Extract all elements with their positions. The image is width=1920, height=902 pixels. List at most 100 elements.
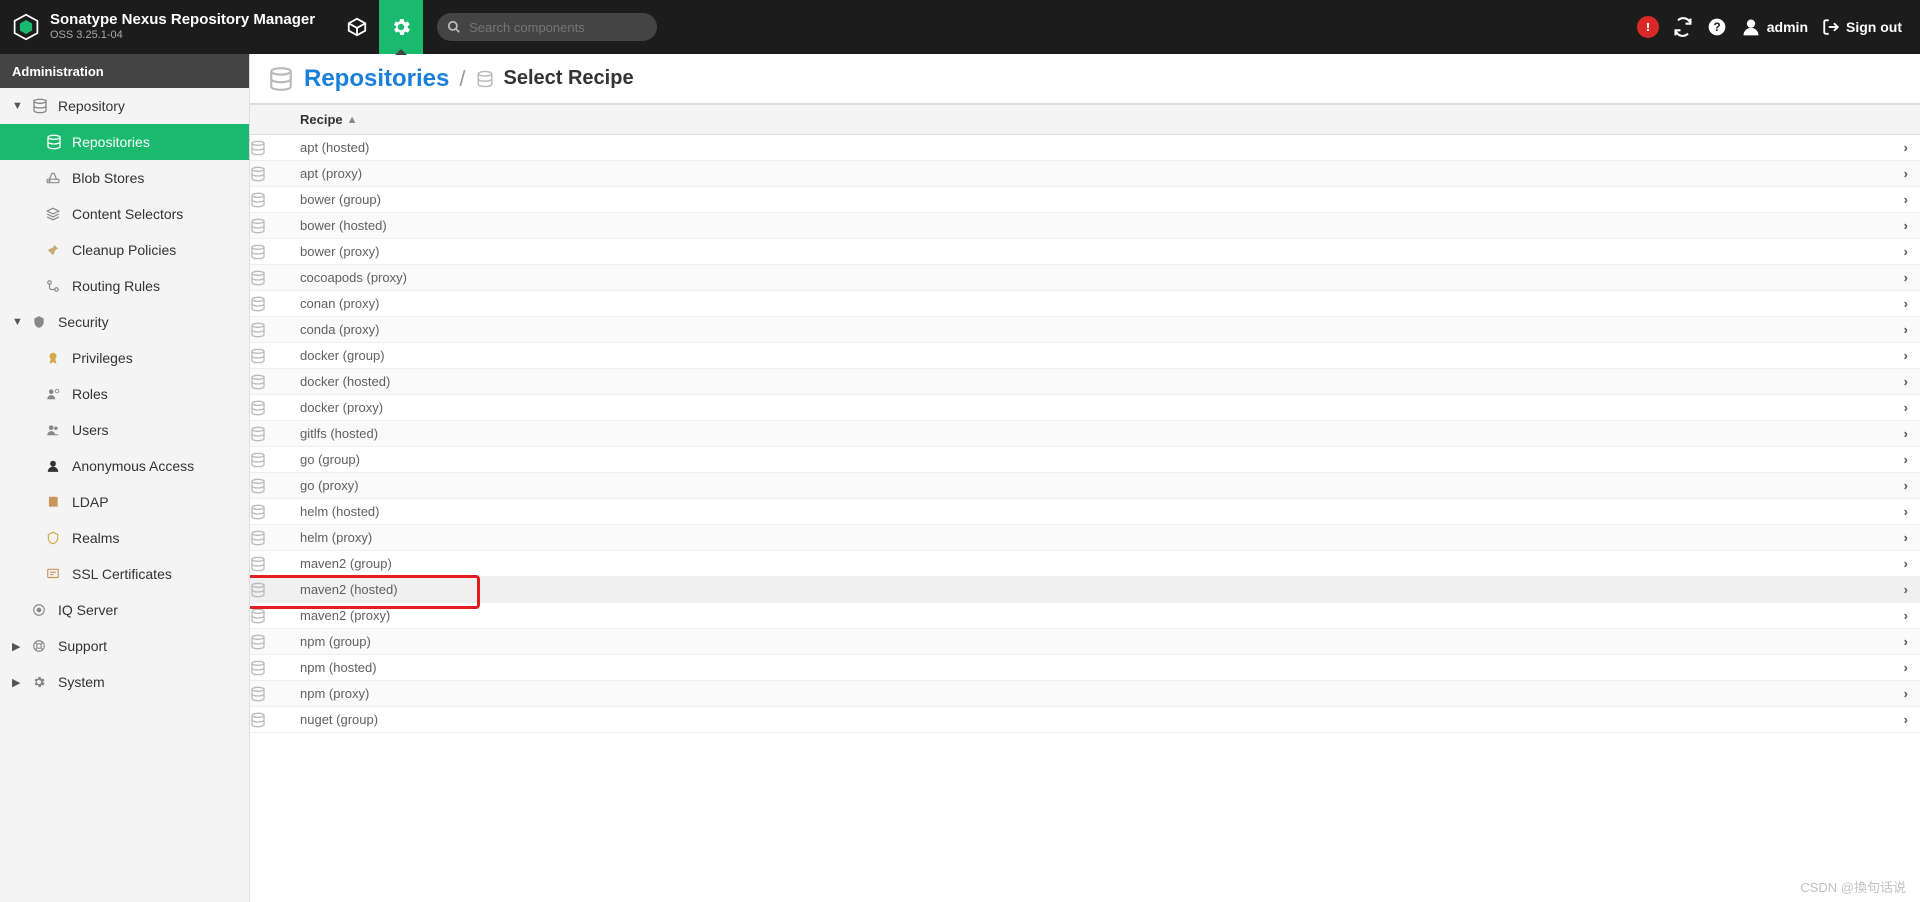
chevron-right-icon: ›: [1904, 452, 1908, 467]
recipe-row[interactable]: docker (hosted)›: [250, 369, 1920, 395]
alert-badge[interactable]: [1637, 16, 1659, 38]
recipe-row[interactable]: go (proxy)›: [250, 473, 1920, 499]
search-input[interactable]: [437, 13, 657, 41]
sidebar-item-label: Users: [72, 422, 109, 438]
sidebar-item-system[interactable]: ▶System: [0, 664, 249, 700]
sidebar-item-cleanup-policies[interactable]: Cleanup Policies: [0, 232, 249, 268]
database-icon: [250, 400, 290, 416]
recipe-name: apt (hosted): [290, 140, 1904, 155]
sidebar-item-label: Roles: [72, 386, 108, 402]
nav-browse-button[interactable]: [335, 0, 379, 54]
recipe-name: conda (proxy): [290, 322, 1904, 337]
recipe-row[interactable]: apt (proxy)›: [250, 161, 1920, 187]
recipe-row[interactable]: bower (hosted)›: [250, 213, 1920, 239]
recipe-row[interactable]: docker (group)›: [250, 343, 1920, 369]
search-icon: [447, 20, 461, 34]
recipe-row[interactable]: conda (proxy)›: [250, 317, 1920, 343]
recipe-name: gitlfs (hosted): [290, 426, 1904, 441]
database-icon: [268, 66, 294, 92]
chevron-right-icon: ›: [1904, 166, 1908, 181]
sidebar-item-anonymous-access[interactable]: Anonymous Access: [0, 448, 249, 484]
recipe-name: docker (hosted): [290, 374, 1904, 389]
recipe-row[interactable]: docker (proxy)›: [250, 395, 1920, 421]
sidebar-tree: ▼RepositoryRepositoriesBlob Stores Conten…: [0, 88, 249, 902]
chevron-right-icon: ›: [1904, 530, 1908, 545]
database-icon: [250, 296, 290, 312]
recipe-row[interactable]: conan (proxy)›: [250, 291, 1920, 317]
recipe-row[interactable]: gitlfs (hosted)›: [250, 421, 1920, 447]
chevron-right-icon: ›: [1904, 348, 1908, 363]
sidebar-item-label: Content Selectors: [72, 206, 183, 222]
sidebar-item-iq-server[interactable]: IQ Server: [0, 592, 249, 628]
recipe-row[interactable]: apt (hosted)›: [250, 135, 1920, 161]
nav-admin-button[interactable]: [379, 0, 423, 54]
recipe-row[interactable]: helm (proxy)›: [250, 525, 1920, 551]
brand-subtitle: OSS 3.25.1-04: [50, 29, 315, 42]
sidebar-item-label: Support: [58, 638, 107, 654]
database-icon: [250, 270, 290, 286]
content-pane: Repositories / Select Recipe Recipe ▲ ap…: [250, 54, 1920, 902]
database-icon: [250, 348, 290, 364]
layers-icon: [46, 207, 64, 221]
recipe-row[interactable]: npm (hosted)›: [250, 655, 1920, 681]
database-icon: [250, 322, 290, 338]
grid-header-recipe[interactable]: Recipe ▲: [290, 112, 368, 127]
user-menu[interactable]: admin: [1741, 17, 1808, 37]
database-icon: [250, 530, 290, 546]
database-icon: [250, 452, 290, 468]
brand-title: Sonatype Nexus Repository Manager: [50, 11, 315, 29]
route-icon: [46, 279, 64, 293]
sidebar-item-repository[interactable]: ▼Repository: [0, 88, 249, 124]
recipe-row[interactable]: npm (proxy)›: [250, 681, 1920, 707]
sidebar-item-label: Anonymous Access: [72, 458, 194, 474]
sidebar-item-repositories[interactable]: Repositories: [0, 124, 249, 160]
recipe-row[interactable]: maven2 (group)›: [250, 551, 1920, 577]
sidebar-item-label: Realms: [72, 530, 119, 546]
caret-icon: ▼: [12, 100, 24, 112]
chevron-right-icon: ›: [1904, 322, 1908, 337]
sidebar-item-users[interactable]: Users: [0, 412, 249, 448]
recipe-row[interactable]: nuget (group)›: [250, 707, 1920, 733]
sidebar-item-ssl-certificates[interactable]: SSL Certificates: [0, 556, 249, 592]
recipe-name: cocoapods (proxy): [290, 270, 1904, 285]
recipe-name: helm (hosted): [290, 504, 1904, 519]
sidebar-item-security[interactable]: ▼Security: [0, 304, 249, 340]
recipe-row[interactable]: cocoapods (proxy)›: [250, 265, 1920, 291]
chevron-right-icon: ›: [1904, 712, 1908, 727]
recipe-row[interactable]: bower (proxy)›: [250, 239, 1920, 265]
svg-text:?: ?: [1713, 21, 1720, 34]
sidebar-item-routing-rules[interactable]: Routing Rules: [0, 268, 249, 304]
refresh-icon[interactable]: [1673, 17, 1693, 37]
recipe-row[interactable]: npm (group)›: [250, 629, 1920, 655]
sidebar-item-label: IQ Server: [58, 602, 118, 618]
recipe-row[interactable]: maven2 (hosted)›: [250, 577, 1920, 603]
chevron-right-icon: ›: [1904, 374, 1908, 389]
recipe-row[interactable]: go (group)›: [250, 447, 1920, 473]
sidebar-item-support[interactable]: ▶Support: [0, 628, 249, 664]
help-icon[interactable]: ?: [1707, 17, 1727, 37]
sidebar-item-label: LDAP: [72, 494, 109, 510]
sidebar-item-ldap[interactable]: LDAP: [0, 484, 249, 520]
recipe-row[interactable]: maven2 (proxy)›: [250, 603, 1920, 629]
recipe-name: helm (proxy): [290, 530, 1904, 545]
breadcrumb-current: Select Recipe: [504, 67, 634, 90]
signout-button[interactable]: Sign out: [1822, 18, 1902, 36]
sidebar-item-content-selectors[interactable]: Content Selectors: [0, 196, 249, 232]
recipe-row[interactable]: bower (group)›: [250, 187, 1920, 213]
database-icon: [250, 140, 290, 156]
recipe-row[interactable]: helm (hosted)›: [250, 499, 1920, 525]
chevron-right-icon: ›: [1904, 582, 1908, 597]
recipe-name: conan (proxy): [290, 296, 1904, 311]
recipe-name: npm (proxy): [290, 686, 1904, 701]
sidebar-item-realms[interactable]: Realms: [0, 520, 249, 556]
topbar: Sonatype Nexus Repository Manager OSS 3.…: [0, 0, 1920, 54]
recipe-name: maven2 (group): [290, 556, 1904, 571]
sidebar-item-privileges[interactable]: Privileges: [0, 340, 249, 376]
sidebar-item-label: Security: [58, 314, 109, 330]
sidebar-item-roles[interactable]: Roles: [0, 376, 249, 412]
chevron-right-icon: ›: [1904, 504, 1908, 519]
search-wrap: [437, 13, 657, 41]
sidebar-item-blob-stores[interactable]: Blob Stores: [0, 160, 249, 196]
breadcrumb-root[interactable]: Repositories: [304, 65, 449, 93]
chevron-right-icon: ›: [1904, 244, 1908, 259]
